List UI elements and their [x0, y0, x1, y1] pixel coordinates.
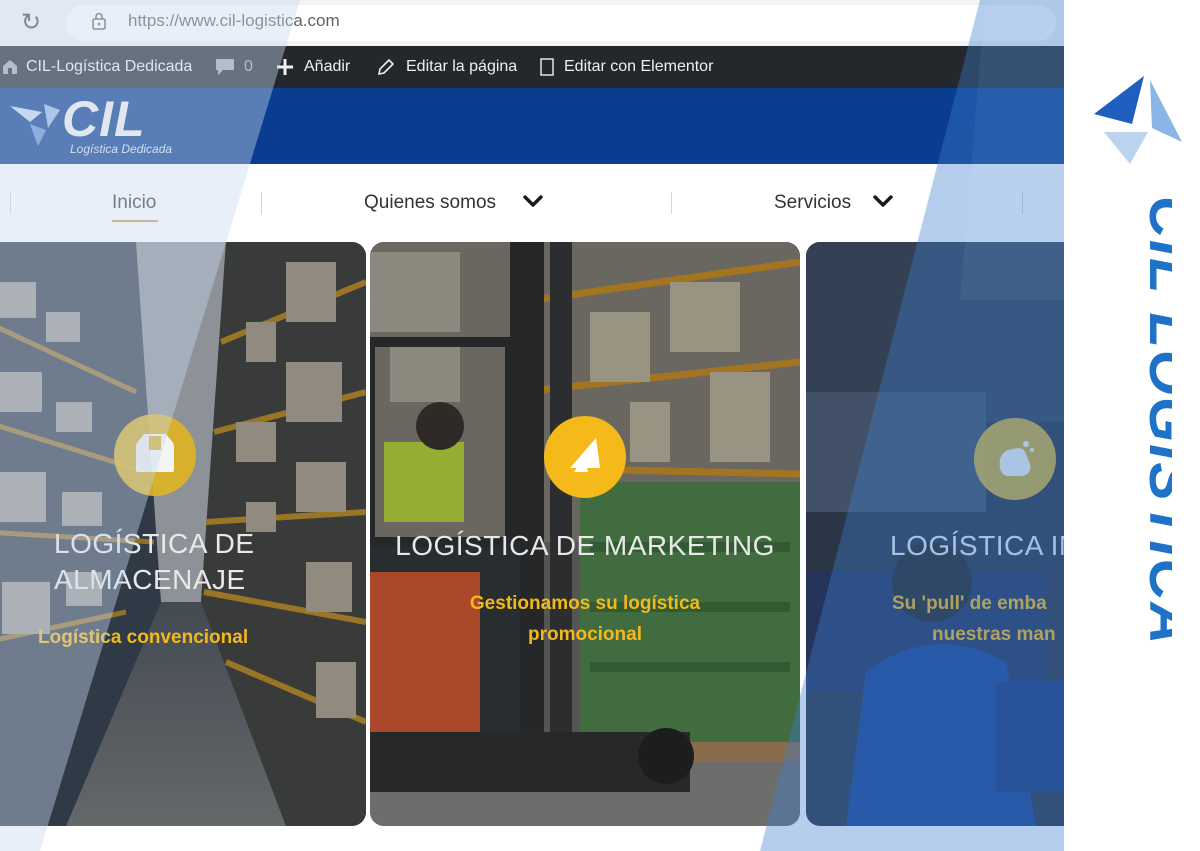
nav-active-underline [112, 220, 158, 222]
nav-item-quienes-somos[interactable]: Quienes somos [364, 192, 496, 214]
website-screenshot: ↻ https://www.cil-logistica.com CIL-Logí… [0, 0, 1064, 851]
card-title: LOGÍSTICA INV [890, 530, 1064, 561]
chevron-down-icon[interactable] [872, 190, 894, 212]
nav-separator [10, 192, 11, 214]
card-title: LOGÍSTICA DE ALMACENAJE [0, 526, 286, 598]
box-icon [114, 414, 196, 496]
nav-item-servicios[interactable]: Servicios [774, 192, 851, 214]
service-card-almacenaje[interactable]: LOGÍSTICA DE ALMACENAJE Logística conven… [0, 242, 366, 826]
add-new-link[interactable]: Añadir [304, 46, 350, 88]
cil-logo[interactable]: CIL Logística Dedicada [8, 91, 208, 158]
cil-triangle-brand-icon [1094, 76, 1182, 164]
wordpress-site-icon[interactable] [0, 57, 20, 77]
lock-icon [92, 12, 106, 30]
site-header: CIL Logística Dedicada [0, 88, 1064, 164]
card-subtitle-line: promocional [527, 624, 642, 645]
card-subtitle-line: nuestras man [932, 624, 1056, 645]
nav-separator [671, 192, 672, 214]
clean-hands-icon [974, 418, 1056, 500]
service-card-inversa[interactable]: LOGÍSTICA INV Su 'pull' de emba nuestras… [806, 242, 1064, 826]
url-text[interactable]: https://www.cil-logistica.com [128, 11, 340, 31]
logo-wordmark: CIL [62, 91, 146, 147]
card-subtitle-line: Gestionamos su logística [469, 593, 701, 614]
browser-toolbar: ↻ https://www.cil-logistica.com [0, 0, 1064, 46]
elementor-icon[interactable] [540, 58, 554, 76]
side-brand-panel: CIL LOGISTICA [1064, 0, 1200, 851]
plus-icon[interactable] [276, 58, 294, 76]
card-subtitle: Logística convencional [38, 627, 249, 648]
megaphone-icon [544, 416, 626, 498]
nav-item-inicio[interactable]: Inicio [112, 192, 156, 214]
card-subtitle: Su 'pull' de emba nuestras man [892, 588, 1056, 650]
admin-site-name[interactable]: CIL-Logística Dedicada [26, 46, 192, 88]
reload-icon[interactable]: ↻ [18, 9, 44, 35]
comment-icon[interactable] [215, 58, 235, 76]
service-card-marketing[interactable]: LOGÍSTICA DE MARKETING Gestionamos su lo… [370, 242, 800, 826]
card-subtitle-line: Su 'pull' de emba [892, 593, 1047, 614]
side-brand-text: CIL LOGISTICA [1137, 196, 1172, 646]
edit-elementor-link[interactable]: Editar con Elementor [564, 46, 713, 88]
edit-page-link[interactable]: Editar la página [406, 46, 517, 88]
nav-separator [261, 192, 262, 214]
chevron-down-icon[interactable] [522, 190, 544, 212]
card-title: LOGÍSTICA DE MARKETING [395, 530, 775, 561]
logo-tagline: Logística Dedicada [70, 142, 173, 156]
card-subtitle: Gestionamos su logística promocional [370, 588, 800, 650]
cil-logistica-vertical-wordmark: CIL LOGISTICA [1137, 196, 1172, 646]
cil-triangle-logo-icon [10, 104, 60, 146]
wp-admin-bar: CIL-Logística Dedicada 0 Añadir Editar l… [0, 46, 1064, 88]
card-title-line: ALMACENAJE [54, 564, 246, 595]
comments-count[interactable]: 0 [244, 46, 253, 88]
card-title-line: LOGÍSTICA DE [54, 528, 255, 559]
pencil-icon[interactable] [376, 57, 396, 77]
main-navigation: Inicio Quienes somos Servicios [0, 164, 1064, 242]
nav-separator [1022, 192, 1023, 214]
